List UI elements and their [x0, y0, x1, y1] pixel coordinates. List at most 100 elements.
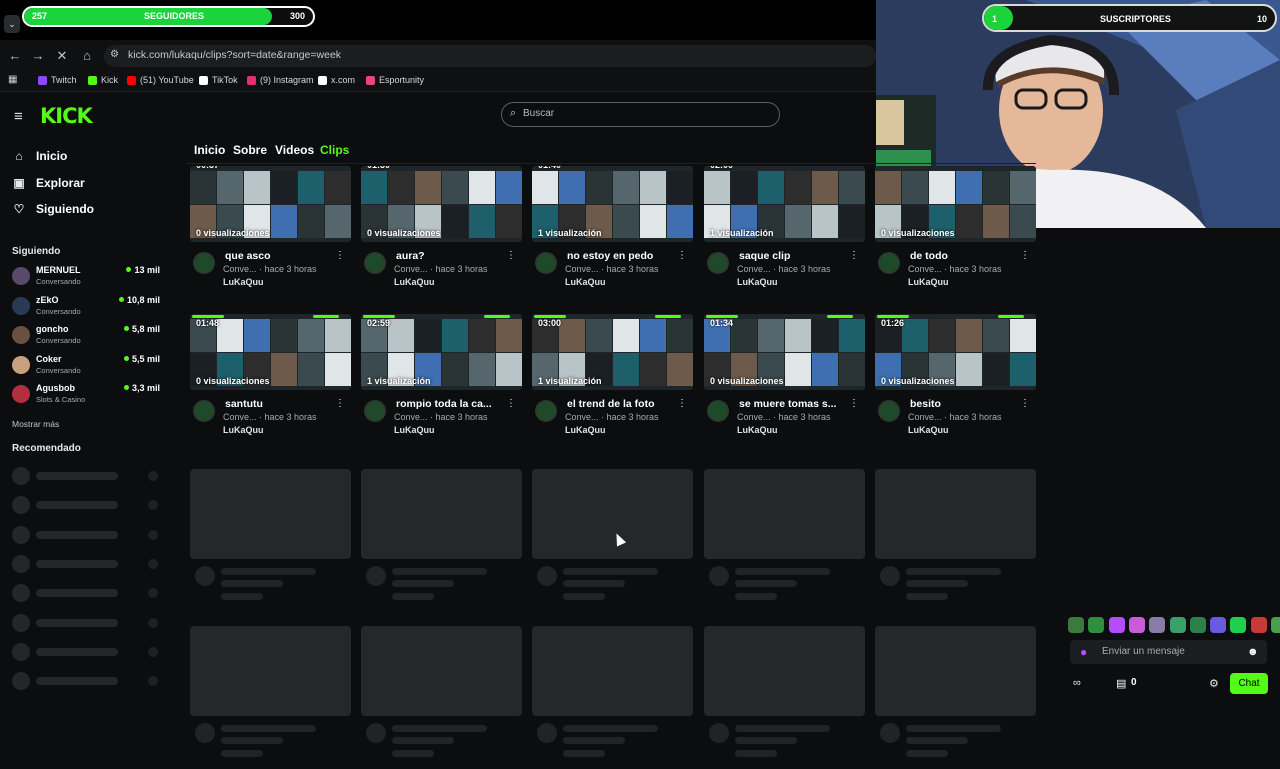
more-options-icon[interactable]: ⋮	[1020, 398, 1030, 409]
clip-title[interactable]: de todo	[910, 250, 1020, 262]
clip-title[interactable]: saque clip	[739, 250, 849, 262]
chat-send-button[interactable]: Chat	[1230, 673, 1268, 694]
more-options-icon[interactable]: ⋮	[335, 398, 345, 409]
clip-thumbnail[interactable]: 03:00 1 visualización	[532, 314, 693, 390]
channel-avatar[interactable]	[535, 400, 557, 422]
clip-card[interactable]: 00:37 0 visualizaciones que asco Conve... ·…	[190, 166, 351, 309]
emote-icon[interactable]	[1210, 617, 1227, 633]
clip-card[interactable]: 03:00 1 visualización el trend de la foto C…	[532, 314, 693, 457]
channel-avatar[interactable]	[707, 252, 729, 274]
clip-thumbnail[interactable]: 0 visualizaciones	[875, 166, 1036, 242]
clip-author[interactable]: LuKaQuu	[565, 425, 606, 435]
tab-videos[interactable]: Videos	[275, 143, 314, 157]
channel-avatar[interactable]	[535, 252, 557, 274]
clip-author[interactable]: LuKaQuu	[737, 277, 778, 287]
clip-thumbnail[interactable]: 01:30 0 visualizaciones	[361, 166, 522, 242]
emote-icon[interactable]	[1169, 617, 1186, 633]
following-channel[interactable]: Coker Conversando 5,5 mil	[12, 354, 160, 380]
more-options-icon[interactable]: ⋮	[849, 398, 859, 409]
channel-avatar[interactable]	[193, 252, 215, 274]
clip-thumbnail[interactable]: 01:34 0 visualizaciones	[704, 314, 865, 390]
clip-card[interactable]: 01:48 0 visualizaciones santutu Conve... · …	[190, 314, 351, 457]
clip-card[interactable]: 01:26 0 visualizaciones besito Conve... · h…	[875, 314, 1036, 457]
clip-thumbnail[interactable]: 01:40 1 visualización	[532, 166, 693, 242]
channel-avatar[interactable]	[193, 400, 215, 422]
gear-icon[interactable]: ⚙	[1209, 677, 1219, 690]
more-options-icon[interactable]: ⋮	[335, 250, 345, 261]
menu-icon[interactable]: ≡	[14, 108, 23, 125]
clip-title[interactable]: el trend de la foto	[567, 398, 677, 410]
clip-author[interactable]: LuKaQuu	[223, 425, 264, 435]
show-more-link[interactable]: Mostrar más	[12, 419, 59, 429]
clip-author[interactable]: LuKaQuu	[223, 277, 264, 287]
following-channel[interactable]: MERNUEL Conversando 13 mil	[12, 265, 160, 291]
tab-search-button[interactable]: ⌄	[4, 15, 20, 33]
sidebar-item-inicio[interactable]: ⌂ Inicio	[12, 149, 67, 163]
clip-author[interactable]: LuKaQuu	[737, 425, 778, 435]
clip-title[interactable]: rompio toda la ca...	[396, 398, 506, 410]
clip-card[interactable]: 01:30 0 visualizaciones aura? Conve... · ha…	[361, 166, 522, 309]
emote-icon[interactable]	[1271, 617, 1280, 633]
more-options-icon[interactable]: ⋮	[506, 250, 516, 261]
stop-loading-icon[interactable]: ✕	[53, 47, 71, 65]
clip-card[interactable]: 01:40 1 visualización no estoy en pedo Conv…	[532, 166, 693, 309]
clip-title[interactable]: aura?	[396, 250, 506, 262]
kick-logo[interactable]: KICK	[40, 104, 93, 128]
clip-card[interactable]: 01:34 0 visualizaciones se muere tomas s..…	[704, 314, 865, 457]
bookmark-item[interactable]: Twitch	[38, 75, 77, 85]
microphone-icon[interactable]: ●	[1080, 645, 1087, 659]
home-icon[interactable]: ⌂	[78, 47, 96, 65]
more-options-icon[interactable]: ⋮	[849, 250, 859, 261]
channel-avatar[interactable]	[878, 400, 900, 422]
tab-inicio[interactable]: Inicio	[194, 143, 225, 157]
clip-thumbnail[interactable]: 01:26 0 visualizaciones	[875, 314, 1036, 390]
emote-icon[interactable]	[1128, 617, 1145, 633]
emote-icon[interactable]	[1149, 617, 1166, 633]
clip-card[interactable]: 02:59 1 visualización rompio toda la ca...…	[361, 314, 522, 457]
bookmark-item[interactable]: TikTok	[199, 75, 238, 85]
bookmark-item[interactable]: x.com	[318, 75, 355, 85]
forward-icon[interactable]: →	[29, 47, 47, 65]
clip-thumbnail[interactable]: 01:48 0 visualizaciones	[190, 314, 351, 390]
clip-title[interactable]: no estoy en pedo	[567, 250, 677, 262]
emote-icon[interactable]	[1088, 617, 1105, 633]
sidebar-item-siguiendo[interactable]: ♡ Siguiendo	[12, 202, 94, 216]
clip-title[interactable]: que asco	[225, 250, 335, 262]
tab-sobre[interactable]: Sobre	[233, 143, 267, 157]
tab-clips[interactable]: Clips	[320, 143, 349, 157]
bookmark-item[interactable]: Esportunity	[366, 75, 424, 85]
emote-icon[interactable]	[1189, 617, 1206, 633]
emote-icon[interactable]	[1068, 617, 1084, 633]
following-channel[interactable]: goncho Conversando 5,8 mil	[12, 324, 160, 350]
bookmark-item[interactable]: Kick	[88, 75, 118, 85]
back-icon[interactable]: ←	[6, 47, 24, 65]
clip-author[interactable]: LuKaQuu	[394, 277, 435, 287]
clip-thumbnail[interactable]: 02:59 1 visualización	[361, 314, 522, 390]
clip-card[interactable]: 02:00 1 visualización saque clip Conve... ·…	[704, 166, 865, 309]
channel-avatar[interactable]	[364, 400, 386, 422]
clip-author[interactable]: LuKaQuu	[908, 425, 949, 435]
following-channel[interactable]: Agusbob Slots & Casino 3,3 mil	[12, 383, 160, 409]
clip-author[interactable]: LuKaQuu	[394, 425, 435, 435]
more-options-icon[interactable]: ⋮	[506, 398, 516, 409]
clip-card[interactable]: 0 visualizaciones de todo Conve... · hace …	[875, 166, 1036, 309]
clip-thumbnail[interactable]: 00:37 0 visualizaciones	[190, 166, 351, 242]
channel-avatar[interactable]	[364, 252, 386, 274]
emote-icon[interactable]	[1230, 617, 1247, 633]
emote-icon[interactable]	[1108, 617, 1125, 633]
more-options-icon[interactable]: ⋮	[677, 250, 687, 261]
more-options-icon[interactable]: ⋮	[1020, 250, 1030, 261]
site-info-icon[interactable]: ⚙	[110, 49, 119, 60]
clip-title[interactable]: besito	[910, 398, 1020, 410]
following-channel[interactable]: zEkO Conversando 10,8 mil	[12, 295, 160, 321]
bookmark-item[interactable]: (9) Instagram	[247, 75, 314, 85]
emoji-icon[interactable]: ☻	[1247, 646, 1259, 658]
clip-title[interactable]: se muere tomas s...	[739, 398, 849, 410]
more-options-icon[interactable]: ⋮	[677, 398, 687, 409]
apps-grid-icon[interactable]: ▦	[8, 74, 17, 85]
clip-author[interactable]: LuKaQuu	[565, 277, 606, 287]
clip-author[interactable]: LuKaQuu	[908, 277, 949, 287]
clip-thumbnail[interactable]: 02:00 1 visualización	[704, 166, 865, 242]
clip-title[interactable]: santutu	[225, 398, 335, 410]
sidebar-item-explorar[interactable]: ▣ Explorar	[12, 176, 84, 190]
